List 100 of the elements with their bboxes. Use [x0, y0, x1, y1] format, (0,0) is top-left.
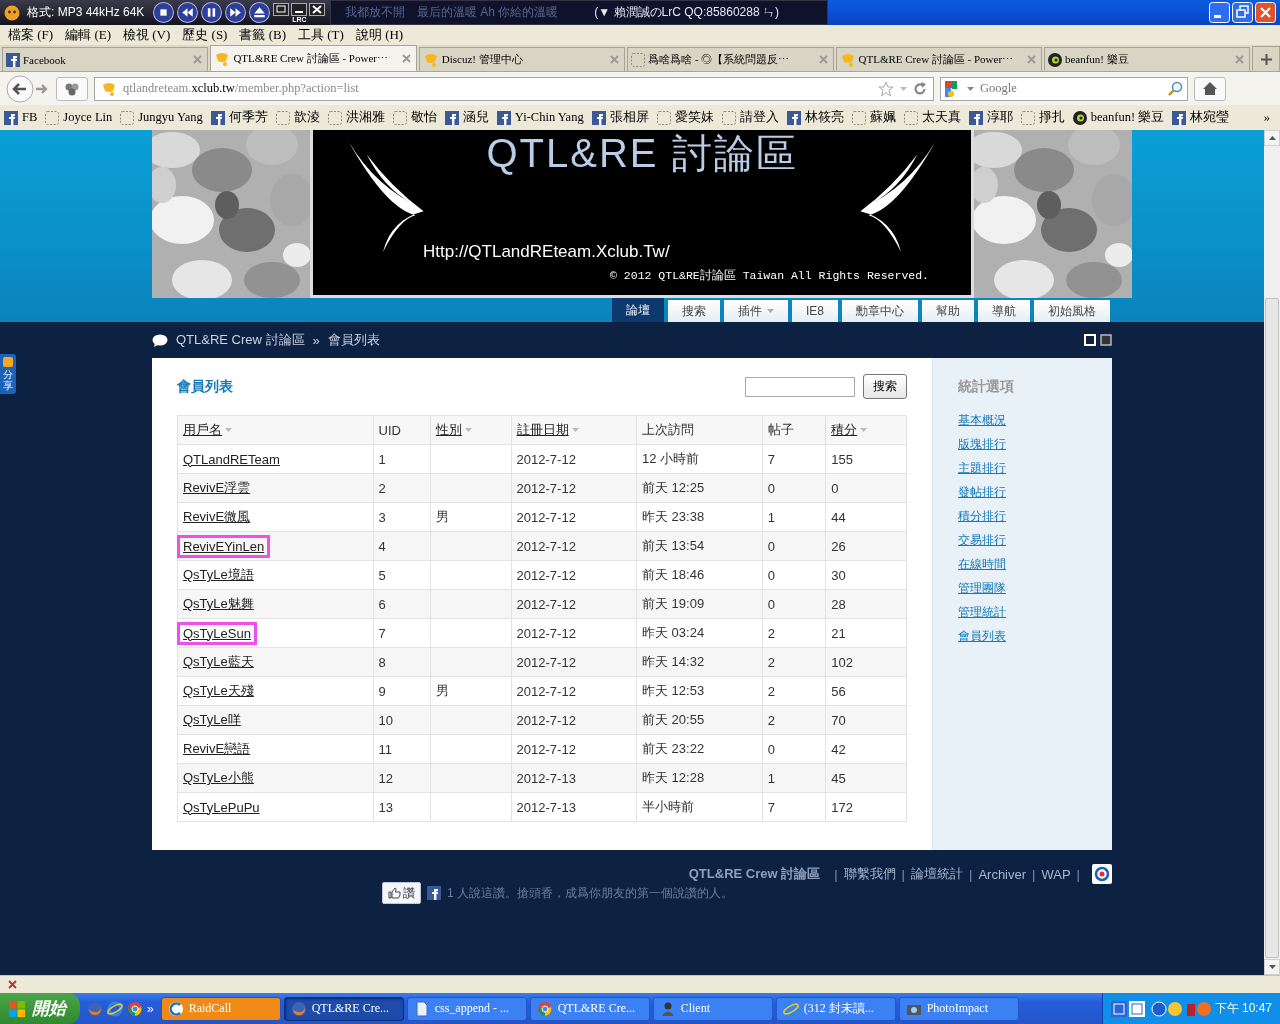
column-header: 帖子 — [762, 415, 826, 445]
bookmark-item[interactable]: 淳耶 — [968, 109, 1013, 126]
menu-item[interactable]: 檔案 (F) — [2, 26, 60, 44]
bookmark-item[interactable]: 蘇姵 — [851, 109, 896, 126]
quick-launch-more[interactable]: » — [147, 1001, 154, 1016]
sidebar-link[interactable]: 發帖排行 — [958, 484, 1112, 508]
sidebar-link[interactable]: 會員列表 — [958, 628, 1112, 652]
sidebar-link[interactable]: 積分排行 — [958, 508, 1112, 532]
bookmark-item[interactable]: 請登入 — [721, 109, 779, 126]
table-cell: 0 — [762, 531, 826, 561]
share-tab[interactable]: 分享 — [0, 354, 16, 394]
footer-site-name[interactable]: QTL&RE Crew 討論區 — [688, 865, 821, 883]
sidebar-link[interactable]: 版塊排行 — [958, 436, 1112, 460]
column-header[interactable]: 用戶名 — [177, 415, 374, 445]
taskbar-item[interactable]: css_append - ... — [406, 996, 527, 1021]
sidebar-link[interactable]: 主題排行 — [958, 460, 1112, 484]
taskbar-item[interactable]: Client — [652, 996, 773, 1021]
menu-item[interactable]: 書籤 (B) — [233, 26, 293, 44]
browser-tab[interactable]: 爲啥爲啥 - ◎【系統問題反⋯ — [627, 47, 834, 71]
bookmark-item[interactable]: 林宛瑩 — [1172, 109, 1230, 126]
nav-tab[interactable]: 初始風格 — [1034, 300, 1110, 322]
nav-tab[interactable]: IE8 — [792, 300, 838, 322]
table-cell: 28 — [825, 589, 907, 619]
footer-link[interactable]: Archiver — [978, 866, 1027, 882]
table-cell: 12 — [373, 763, 431, 793]
footer-link[interactable]: 聯繫我們 — [843, 865, 896, 883]
bookmark-item[interactable]: 太天真 — [903, 109, 961, 126]
table-cell: 70 — [825, 705, 907, 735]
table-cell: 前天 23:22 — [636, 734, 763, 764]
table-cell: 26 — [825, 531, 907, 561]
menu-item[interactable]: 工具 (T) — [292, 26, 350, 44]
search-field[interactable]: Google — [940, 76, 1188, 101]
taskbar-item[interactable]: QTL&RE Cre... — [283, 996, 404, 1021]
sidebar-link[interactable]: 在線時間 — [958, 556, 1112, 580]
table-cell: 1 — [373, 444, 431, 474]
table-cell: 30 — [825, 560, 907, 590]
bookmark-item[interactable]: Jungyu Yang — [120, 110, 203, 125]
table-cell: 1 — [762, 502, 826, 532]
table-cell: 2 — [762, 705, 826, 735]
bookmark-item[interactable]: 敬怡 — [392, 109, 437, 126]
bookmark-item[interactable]: 涵兒 — [444, 109, 489, 126]
column-header[interactable]: 積分 — [825, 415, 907, 445]
table-cell: 11 — [373, 734, 431, 764]
nav-tab[interactable]: 插件 — [724, 300, 788, 322]
table-cell: 2012-7-12 — [511, 444, 637, 474]
table-cell: 5 — [373, 560, 431, 590]
table-cell: 8 — [373, 647, 431, 677]
browser-tab[interactable]: QTL&RE Crew 討論區 - Power⋯ — [210, 45, 417, 71]
footer-link[interactable]: WAP — [1041, 866, 1071, 882]
url-text: qtlandreteam.xclub.tw/member.php?action=list — [123, 81, 360, 96]
browser-tab[interactable]: beanfun! 樂豆 — [1043, 47, 1251, 71]
menu-item[interactable]: 說明 (H) — [349, 26, 410, 44]
sidebar-link[interactable]: 管理團隊 — [958, 580, 1112, 604]
bookmark-item[interactable]: 林筱亮 — [786, 109, 844, 126]
bookmark-item[interactable]: 愛笑妹 — [656, 109, 714, 126]
search-button[interactable]: 搜索 — [863, 374, 907, 399]
browser-tab[interactable]: QTL&RE Crew 討論區 - Power⋯ — [835, 47, 1042, 71]
table-cell: 昨天 23:38 — [636, 502, 763, 532]
table-cell: 2012-7-12 — [511, 618, 637, 648]
bookmark-item[interactable]: 張相屏 — [591, 109, 649, 126]
footer-separator: | — [1076, 866, 1080, 882]
menu-item[interactable]: 歷史 (S) — [176, 26, 234, 44]
taskbar-item[interactable]: PhotoImpact — [898, 996, 1019, 1021]
more-bookmarks-button[interactable]: » — [1263, 110, 1276, 125]
bookmark-item[interactable]: Joyce Lin — [45, 110, 113, 125]
table-cell: 昨天 03:24 — [636, 618, 763, 648]
nav-tab[interactable]: 勳章中心 — [842, 300, 918, 322]
table-cell: 前天 20:55 — [636, 705, 763, 735]
bookmark-item[interactable]: Yi-Chin Yang — [496, 110, 584, 125]
taskbar-item[interactable]: QTL&RE Cre... — [529, 996, 650, 1021]
browser-tab[interactable]: Discuz! 管理中心 — [418, 47, 626, 71]
table-cell: 0 — [762, 734, 826, 764]
taskbar-item[interactable]: (312 封未讀... — [775, 996, 896, 1021]
address-bar[interactable]: qtlandreteam.xclub.tw/member.php?action=list — [94, 76, 934, 101]
sidebar-link[interactable]: 交易排行 — [958, 532, 1112, 556]
menu-item[interactable]: 檢視 (V) — [117, 26, 177, 44]
nav-tab[interactable]: 論壇 — [612, 298, 664, 322]
bookmark-item[interactable]: FB — [4, 110, 38, 125]
column-header[interactable]: 性別 — [430, 415, 512, 445]
bookmark-item[interactable]: 何季芳 — [210, 109, 268, 126]
sidebar-link[interactable]: 基本概況 — [958, 412, 1112, 436]
table-cell: 9 — [373, 676, 431, 706]
menu-item[interactable]: 編輯 (E) — [59, 26, 117, 44]
bookmark-item[interactable]: 掙扎 — [1020, 109, 1065, 126]
table-cell: 44 — [825, 502, 907, 532]
nav-tab[interactable]: 搜索 — [668, 300, 720, 322]
sidebar-link[interactable]: 管理統計 — [958, 604, 1112, 628]
browser-tab[interactable]: Facebook — [2, 47, 209, 71]
username-link[interactable]: QsTyLeSun — [177, 621, 257, 645]
breadcrumb-link[interactable]: QTL&RE Crew 討論區 — [176, 331, 305, 349]
nav-tab[interactable]: 幫助 — [922, 300, 974, 322]
start-button[interactable]: 開始 — [0, 993, 80, 1024]
like-button[interactable]: 讚 — [382, 882, 421, 904]
footer-link[interactable]: 論壇統計 — [911, 865, 963, 883]
bookmark-item[interactable]: beanfun! 樂豆 — [1072, 109, 1165, 126]
bookmark-item[interactable]: 洪湘雅 — [327, 109, 385, 126]
bookmark-item[interactable]: 歆淩 — [275, 109, 320, 126]
username-link[interactable]: RevivEYinLen — [177, 534, 271, 558]
nav-tab[interactable]: 導航 — [978, 300, 1030, 322]
column-header[interactable]: 註冊日期 — [511, 415, 637, 445]
